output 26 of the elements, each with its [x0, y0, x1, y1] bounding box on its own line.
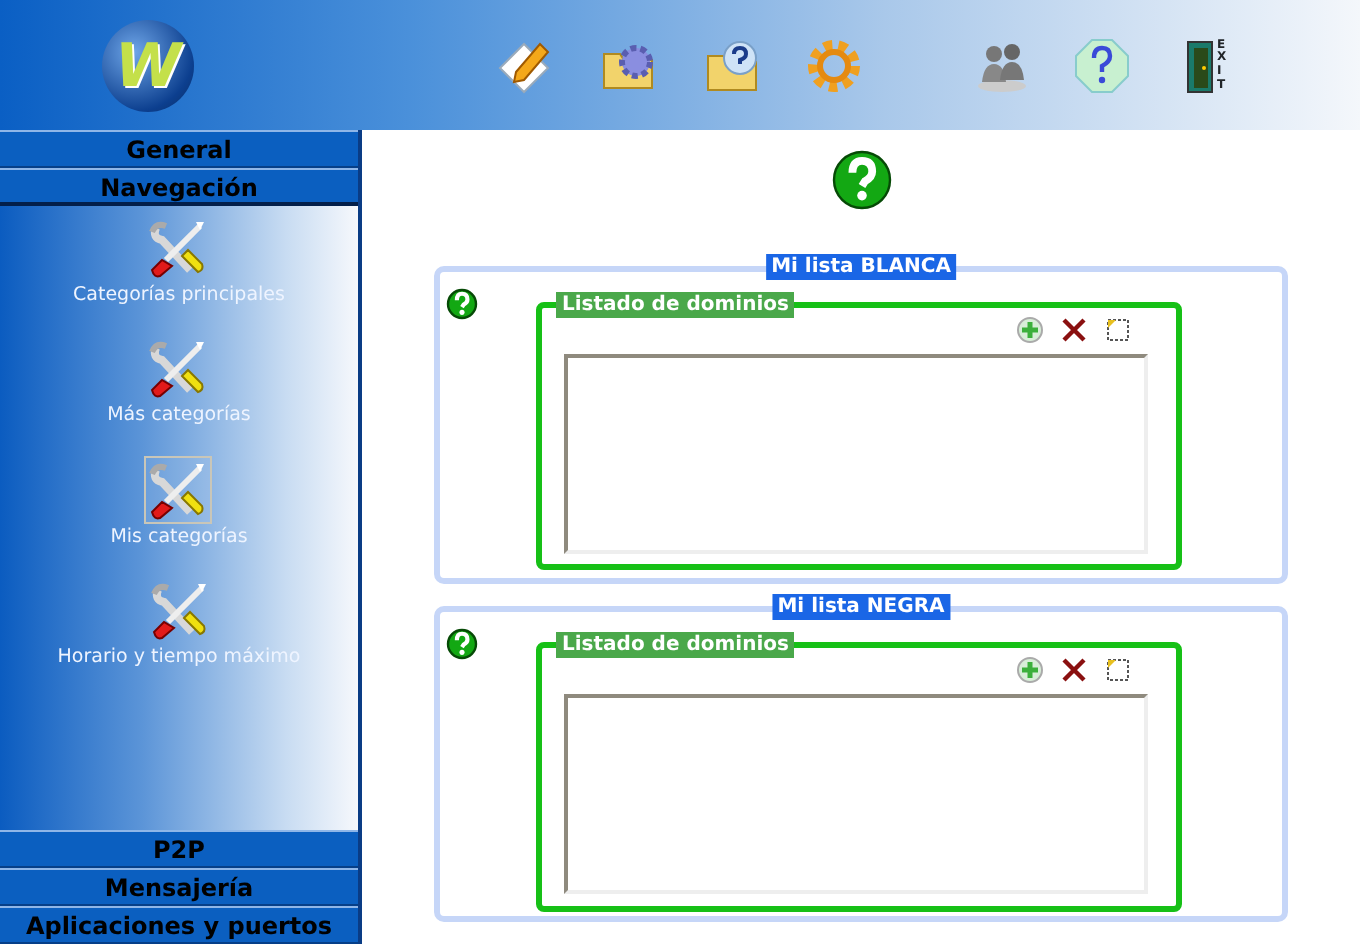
add-icon[interactable] [1016, 316, 1044, 344]
add-icon[interactable] [1016, 656, 1044, 684]
help-icon[interactable] [446, 627, 478, 660]
door-icon [1183, 36, 1215, 96]
delete-icon[interactable] [1060, 656, 1088, 684]
help-icon[interactable] [1072, 36, 1132, 96]
domain-list[interactable] [564, 354, 1148, 554]
sidebar-section-header[interactable]: Aplicaciones y puertos [0, 906, 358, 944]
sidebar-section-header[interactable]: General [0, 130, 358, 168]
new-item-icon[interactable] [1104, 316, 1132, 344]
domain-list[interactable] [564, 694, 1148, 894]
delete-icon[interactable] [1060, 316, 1088, 344]
group-title: Listado de dominios [556, 632, 795, 658]
panel-title: Mi lista NEGRA [771, 594, 951, 620]
logo: W [102, 20, 194, 112]
sidebar-section-header[interactable]: Navegación [0, 168, 358, 206]
panel-title: Mi lista BLANCA [765, 254, 957, 280]
help-icon[interactable] [831, 150, 891, 210]
help-icon[interactable] [446, 287, 478, 320]
folder-help-icon[interactable] [702, 36, 762, 96]
sidebar-nav-item[interactable]: Mis categorías [110, 455, 248, 552]
sidebar-nav-item[interactable]: Más categorías [107, 334, 251, 431]
new-item-icon[interactable] [1104, 656, 1132, 684]
sidebar-section-header[interactable]: Mensajería [0, 868, 358, 906]
group-title: Listado de dominios [556, 292, 795, 318]
sidebar-section-header[interactable]: P2P [0, 830, 358, 868]
